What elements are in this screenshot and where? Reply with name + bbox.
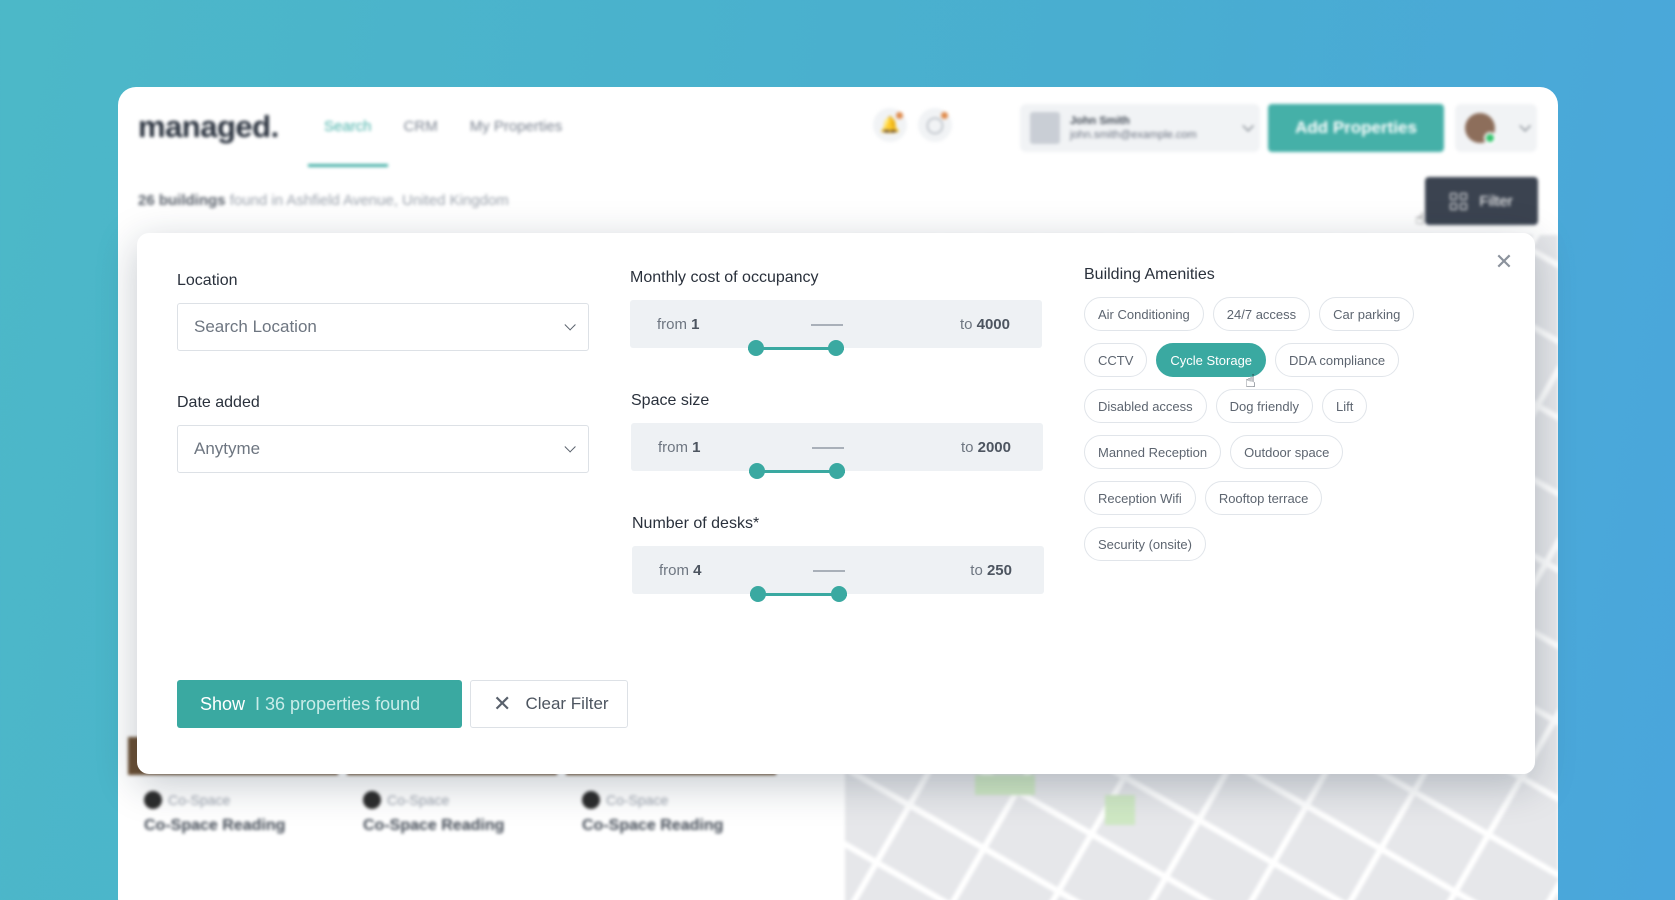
slider-min-handle[interactable] bbox=[750, 586, 766, 602]
show-button-label: Show bbox=[200, 693, 246, 714]
avatar bbox=[1465, 113, 1496, 144]
amenity-chip[interactable]: CCTV bbox=[1084, 343, 1148, 377]
space-size-label: Space size bbox=[631, 392, 710, 409]
pointer-cursor-icon: ☝ bbox=[1415, 211, 1425, 228]
document-icon bbox=[1030, 112, 1060, 144]
amenities-list: Air Conditioning 24/7 access Car parking CC… bbox=[1084, 297, 1444, 561]
desks-to: 250 bbox=[986, 562, 1012, 579]
amenity-chip[interactable]: Disabled access bbox=[1084, 389, 1207, 423]
monthly-cost-slider[interactable] bbox=[748, 340, 844, 356]
space-size-to: 2000 bbox=[977, 439, 1011, 456]
logo: managed. bbox=[138, 109, 279, 144]
slider-min-handle[interactable] bbox=[749, 463, 765, 479]
space-size-from-prefix: from bbox=[658, 439, 688, 456]
monthly-cost-from: 1 bbox=[691, 316, 700, 333]
desks-from-prefix: from bbox=[659, 562, 689, 579]
amenity-chip[interactable]: Reception Wifi bbox=[1084, 481, 1196, 515]
amenity-chip[interactable]: Car parking bbox=[1319, 297, 1415, 331]
slider-max-handle[interactable] bbox=[829, 463, 845, 479]
nav-search[interactable]: Search bbox=[308, 87, 388, 167]
space-size-from: 1 bbox=[692, 439, 701, 456]
amenities-label: Building Amenities bbox=[1084, 266, 1215, 283]
filter-button[interactable]: Filter bbox=[1425, 177, 1538, 225]
chat-icon[interactable]: ◯ bbox=[918, 108, 952, 142]
card-title: Co-Space Reading bbox=[363, 817, 505, 834]
close-icon[interactable]: ✕ bbox=[1493, 251, 1515, 273]
clear-filter-button[interactable]: ✕ Clear Filter bbox=[470, 680, 628, 728]
amenity-chip[interactable]: Security (onsite) bbox=[1084, 527, 1206, 561]
amenity-chip[interactable]: Manned Reception bbox=[1084, 435, 1222, 469]
hand-cursor-icon: ☝ bbox=[1245, 371, 1256, 391]
show-results-button[interactable]: Show I 36 properties found bbox=[177, 680, 462, 728]
chevron-down-icon bbox=[564, 319, 576, 331]
monthly-cost-from-prefix: from bbox=[657, 316, 687, 333]
filter-panel: ✕ Location Search Location Date added An… bbox=[137, 233, 1535, 774]
profile-menu[interactable] bbox=[1455, 104, 1537, 152]
date-added-label: Date added bbox=[177, 394, 260, 411]
add-properties-button[interactable]: Add Properties bbox=[1268, 104, 1444, 152]
user-name: John Smith bbox=[1070, 115, 1130, 127]
chevron-down-icon bbox=[1242, 120, 1254, 132]
card-type: Co-Space bbox=[168, 792, 231, 808]
amenity-chip[interactable]: DDA compliance bbox=[1275, 343, 1400, 377]
bell-icon[interactable]: 🔔 bbox=[873, 108, 907, 142]
results-location: found in Ashfield Avenue, United Kingdom bbox=[229, 192, 509, 209]
monthly-cost-label: Monthly cost of occupancy bbox=[630, 269, 819, 286]
nav-my-properties[interactable]: My Properties bbox=[454, 87, 579, 167]
chevron-down-icon bbox=[564, 441, 576, 453]
desks-to-prefix: to bbox=[970, 562, 983, 579]
monthly-cost-to-prefix: to bbox=[959, 316, 973, 333]
nav-crm[interactable]: CRM bbox=[388, 87, 454, 167]
card-type: Co-Space bbox=[387, 792, 450, 808]
amenity-chip[interactable]: 24/7 access bbox=[1212, 297, 1311, 331]
monthly-cost-to: 4000 bbox=[976, 316, 1010, 333]
card-type: Co-Space bbox=[606, 792, 669, 808]
slider-max-handle[interactable] bbox=[831, 586, 847, 602]
slider-min-handle[interactable] bbox=[748, 340, 764, 356]
space-size-to-prefix: to bbox=[960, 439, 974, 456]
amenity-chip[interactable]: Air Conditioning bbox=[1084, 297, 1204, 331]
account-switcher[interactable]: John Smith john.smith@example.com bbox=[1020, 104, 1260, 152]
main-nav: Search CRM My Properties bbox=[308, 87, 578, 167]
filter-button-label: Filter bbox=[1479, 192, 1513, 210]
close-icon: ✕ bbox=[493, 691, 512, 716]
space-size-slider[interactable] bbox=[749, 463, 845, 479]
brand-logo bbox=[582, 791, 600, 809]
slider-max-handle[interactable] bbox=[828, 340, 844, 356]
amenity-chip[interactable]: Outdoor space bbox=[1230, 435, 1344, 469]
desks-slider[interactable] bbox=[750, 586, 847, 602]
show-button-count: I 36 properties found bbox=[255, 693, 421, 714]
card-title: Co-Space Reading bbox=[144, 817, 286, 834]
amenity-chip[interactable]: Rooftop terrace bbox=[1204, 481, 1323, 515]
grid-icon bbox=[1450, 192, 1468, 210]
user-email: john.smith@example.com bbox=[1070, 129, 1197, 141]
date-added-value: Anytyme bbox=[194, 439, 261, 458]
card-title: Co-Space Reading bbox=[582, 817, 724, 834]
amenity-chip[interactable]: Lift bbox=[1322, 389, 1368, 423]
brand-logo bbox=[363, 791, 381, 809]
results-count: 26 buildings bbox=[138, 192, 226, 209]
desks-label: Number of desks* bbox=[632, 515, 760, 532]
clear-filter-label: Clear Filter bbox=[525, 694, 609, 713]
amenity-chip[interactable]: Dog friendly bbox=[1215, 389, 1314, 423]
desks-from: 4 bbox=[693, 562, 702, 579]
date-added-select[interactable]: Anytyme bbox=[177, 425, 589, 473]
location-label: Location bbox=[177, 272, 238, 289]
location-select[interactable]: Search Location bbox=[177, 303, 589, 351]
location-placeholder: Search Location bbox=[194, 317, 317, 336]
brand-logo bbox=[144, 791, 162, 809]
results-summary: 26 buildings found in Ashfield Avenue, U… bbox=[138, 192, 509, 209]
chevron-down-icon bbox=[1519, 120, 1531, 132]
